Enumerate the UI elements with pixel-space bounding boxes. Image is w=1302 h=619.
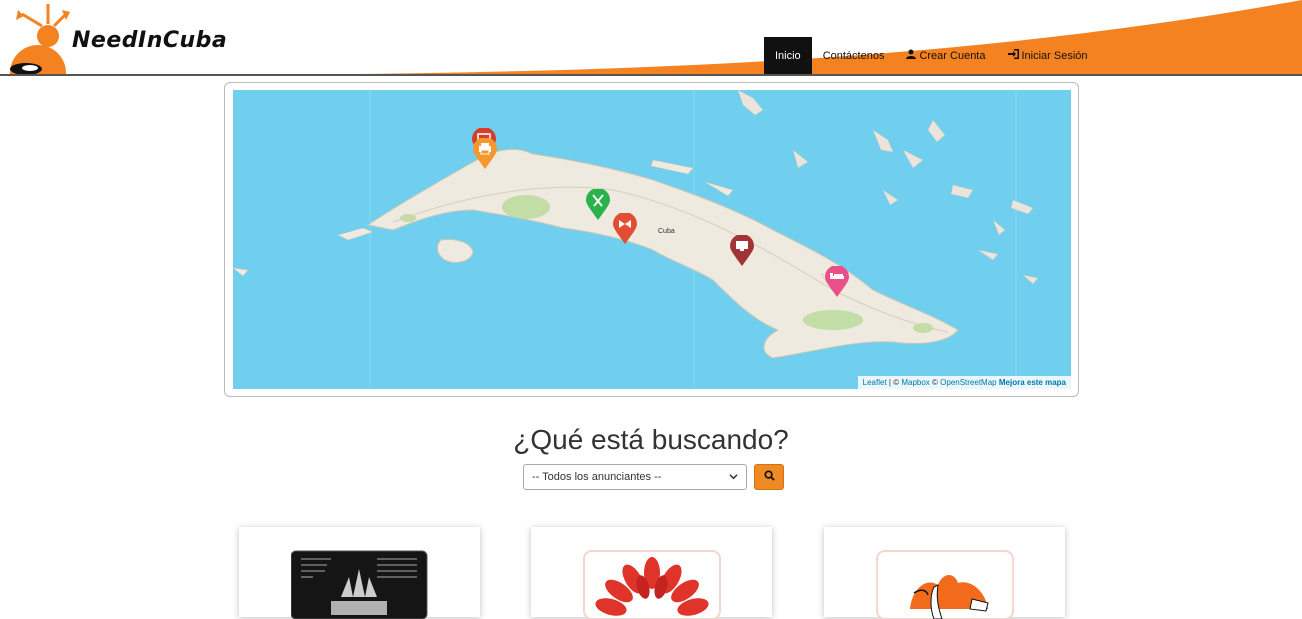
mapbox-link[interactable]: Mapbox	[901, 378, 929, 387]
map-attribution: Leaflet | © Mapbox © OpenStreetMap Mejor…	[857, 376, 1071, 389]
osm-link[interactable]: OpenStreetMap	[940, 378, 996, 387]
header-divider	[0, 74, 1302, 76]
nav-inicio-label: Inicio	[775, 49, 801, 62]
chevron-down-icon	[729, 472, 738, 483]
nav-contactenos[interactable]: Contáctenos	[812, 37, 896, 74]
nav-iniciar-sesion-label: Iniciar Sesión	[1021, 49, 1088, 62]
nav-iniciar-sesion[interactable]: Iniciar Sesión	[997, 37, 1099, 74]
map-label-cuba: Cuba	[658, 228, 675, 235]
site-logo[interactable]: NeedInCuba	[8, 2, 227, 101]
attribution-sep-2: ©	[929, 378, 941, 387]
marker-bed-pink[interactable]	[824, 265, 850, 303]
attribution-sep-1: | ©	[886, 378, 902, 387]
marker-printer-orange[interactable]	[472, 137, 498, 175]
cuba-map[interactable]: Cuba Leaflet | © Mapbox © OpenStreetMap …	[233, 90, 1071, 389]
site-header: NeedInCuba Inicio Contáctenos Crear Cuen…	[0, 0, 1302, 101]
nav-crear-cuenta-label: Crear Cuenta	[919, 49, 986, 62]
flower-card-image	[583, 550, 721, 619]
search-title: ¿Qué está buscando?	[513, 424, 789, 455]
search-icon	[763, 468, 775, 486]
clownfish-card-image	[876, 550, 1014, 619]
marker-restaurant-green[interactable]	[585, 188, 611, 226]
sign-in-icon	[1007, 49, 1019, 62]
search-button[interactable]	[754, 464, 784, 490]
marker-gift-red[interactable]	[612, 212, 638, 250]
advertiser-select[interactable]: -- Todos los anunciantes --	[523, 464, 747, 490]
nav-contactenos-label: Contáctenos	[822, 49, 885, 62]
improve-map-link[interactable]: Mejora este mapa	[999, 378, 1066, 387]
shalom-card-image	[291, 550, 428, 619]
search-row: -- Todos los anunciantes --	[523, 464, 784, 490]
map-tiles: Cuba	[233, 90, 1071, 389]
user-icon	[906, 49, 917, 62]
logo-mark-icon	[10, 4, 70, 101]
main-nav: Inicio Contáctenos Crear Cuenta Iniciar …	[764, 37, 1099, 74]
marker-computer-darkred[interactable]	[729, 234, 755, 272]
nav-inicio[interactable]: Inicio	[764, 37, 812, 74]
nav-crear-cuenta[interactable]: Crear Cuenta	[895, 37, 996, 74]
leaflet-link[interactable]: Leaflet	[863, 378, 887, 387]
logo-text: NeedInCuba	[72, 28, 228, 53]
advertiser-select-value: -- Todos los anunciantes --	[532, 471, 662, 483]
